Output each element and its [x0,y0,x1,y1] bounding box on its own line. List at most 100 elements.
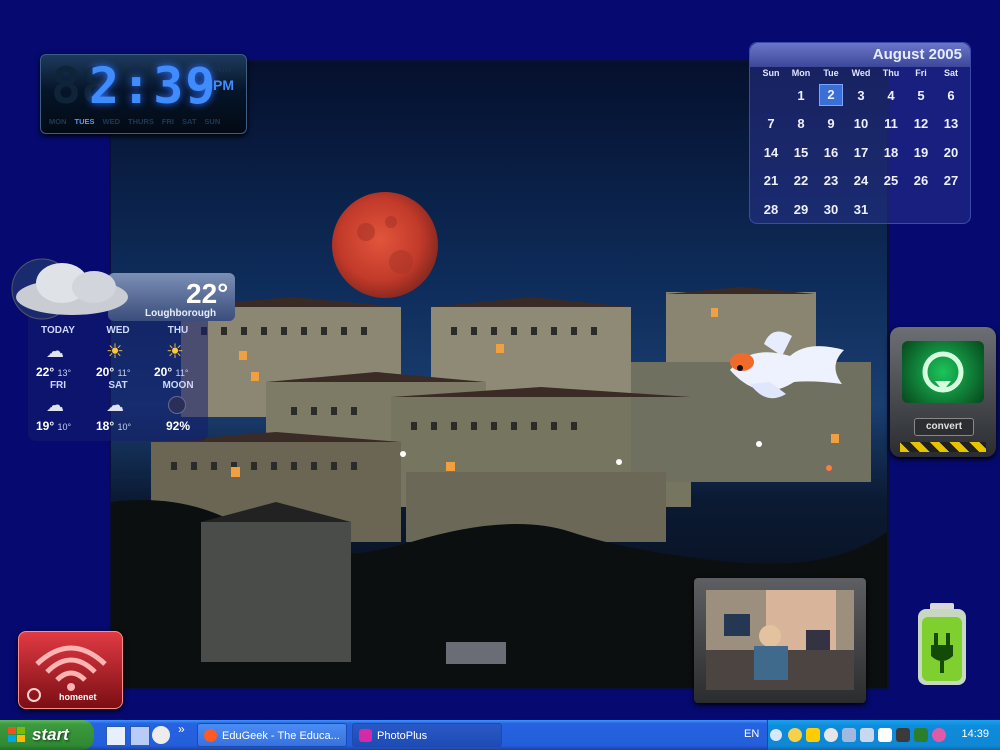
forecast-temps: 18° 10° [96,419,132,433]
clock-pm: PM [213,77,234,93]
moon-phase-value: 92% [166,419,191,433]
calendar-day[interactable]: 20 [936,145,966,160]
sun-cloud-icon: ☀ [166,341,184,363]
task-button[interactable]: EduGeek - The Educa... [197,723,347,747]
media-player-icon[interactable] [152,726,170,744]
forecast-day-label: TODAY [41,325,75,336]
webcam-frame[interactable] [694,578,866,703]
forecast-day-label: THU [167,325,189,336]
calendar-day[interactable]: 6 [936,88,966,103]
forecast-day-label: FRI [49,380,67,391]
moon-icon [168,396,186,414]
weather-gadget[interactable]: 22° Loughborough TODAY WED THU ☁ ☀ ☀ 22°… [11,258,235,441]
calendar-day[interactable]: 15 [786,145,816,160]
calendar-day-today[interactable]: 2 [819,84,843,107]
tray-icon[interactable] [932,728,946,742]
photoplus-icon [359,729,372,742]
clock-day: THURS [128,117,154,126]
calendar-day[interactable]: 18 [876,145,906,160]
calendar-weekdays: Sun Mon Tue Wed Thu Fri Sat [756,68,966,78]
homenet-gadget[interactable]: homenet [18,631,123,709]
calendar-day[interactable]: 13 [936,116,966,131]
moon-shape [332,192,438,298]
calendar-day[interactable]: 25 [876,173,906,188]
clock-day: FRI [161,117,174,126]
forecast-temps: 19° 10° [36,419,72,433]
calendar-day[interactable]: 9 [816,116,846,131]
calendar-day[interactable]: 3 [846,88,876,103]
clock-day: WED [102,117,121,126]
calendar-day[interactable]: 11 [876,116,906,131]
weather-location: Loughborough [145,308,217,319]
wifi-icon [35,645,107,691]
rain-icon: ☁ [106,395,124,415]
calendar-day[interactable]: 26 [906,173,936,188]
battery-icon [918,603,966,685]
start-button[interactable]: start [0,720,94,750]
calendar-day[interactable]: 29 [786,202,816,217]
chevron-icon[interactable]: » [178,722,185,736]
calendar-day[interactable]: 31 [846,202,876,217]
calendar-weekday: Wed [851,68,871,78]
current-temperature: 22° [186,278,229,309]
calendar-day[interactable]: 23 [816,173,846,188]
task-button-active[interactable]: PhotoPlus [352,723,502,747]
convert-button[interactable]: convert [914,418,974,436]
clock-days: MON TUES WED THURS FRI SAT SUN [49,117,220,126]
calendar-day[interactable]: 22 [786,173,816,188]
clock-am: AM [213,61,232,75]
no-connection-icon [27,688,41,702]
tray-icon[interactable] [806,728,820,742]
calendar-day[interactable]: 5 [906,88,936,103]
windows-logo-icon [8,727,25,742]
tray-icon[interactable] [824,728,838,742]
calendar-weekday: Thu [882,68,900,78]
window-icon[interactable] [130,726,150,746]
homenet-label: homenet [59,692,97,702]
tray-icon[interactable] [788,728,802,742]
browser-icon [204,729,217,742]
system-tray: 14:39 [767,720,1000,750]
calendar-day[interactable]: 10 [846,116,876,131]
clock-day: SUN [204,117,221,126]
clock-gadget[interactable]: 88 2:39 AM PM MON TUES WED THURS FRI SAT… [40,54,247,134]
calendar-gadget[interactable]: August 2005 Sun Mon Tue Wed Thu Fri Sat 123456… [749,42,971,224]
calendar-day[interactable]: 17 [846,145,876,160]
calendar-day[interactable]: 27 [936,173,966,188]
tray-icon[interactable] [860,728,874,742]
task-label: EduGeek - The Educa... [222,730,340,742]
taskbar-clock[interactable]: 14:39 [961,728,989,740]
calendar-day[interactable]: 30 [816,202,846,217]
show-desktop-icon[interactable] [106,726,126,746]
tray-icon[interactable] [914,728,928,742]
calendar-day[interactable]: 8 [786,116,816,131]
clock-day: SAT [181,117,197,126]
calendar-day[interactable]: 28 [756,202,786,217]
cloud-icon [11,258,128,320]
calendar-weekday: Sun [762,68,780,78]
calendar-day[interactable]: 24 [846,173,876,188]
tray-icon[interactable] [896,728,910,742]
tray-expand-icon[interactable] [770,729,782,741]
forecast-temps: 20° 11° [154,365,189,379]
calendar-day[interactable]: 4 [876,88,906,103]
calendar-day[interactable]: 16 [816,145,846,160]
clock-time: 2:39 [89,57,218,115]
calendar-day[interactable]: 19 [906,145,936,160]
calendar-weekday: Tue [823,68,839,78]
tray-icon[interactable] [842,728,856,742]
tray-icon[interactable] [878,728,892,742]
calendar-day[interactable]: 21 [756,173,786,188]
moon-label: MOON [162,380,194,391]
convert-gadget[interactable]: convert [890,327,996,457]
forecast-day-label: WED [106,325,130,336]
rain-icon: ☁ [46,395,64,415]
calendar-day[interactable]: 12 [906,116,936,131]
clock-day-active: TUES [74,117,95,126]
goldfish-gadget[interactable] [720,322,848,408]
calendar-day[interactable]: 7 [756,116,786,131]
forecast-temps: 20° 11° [96,365,131,379]
language-indicator[interactable]: EN [744,728,759,740]
calendar-day[interactable]: 1 [786,88,816,103]
calendar-day[interactable]: 14 [756,145,786,160]
